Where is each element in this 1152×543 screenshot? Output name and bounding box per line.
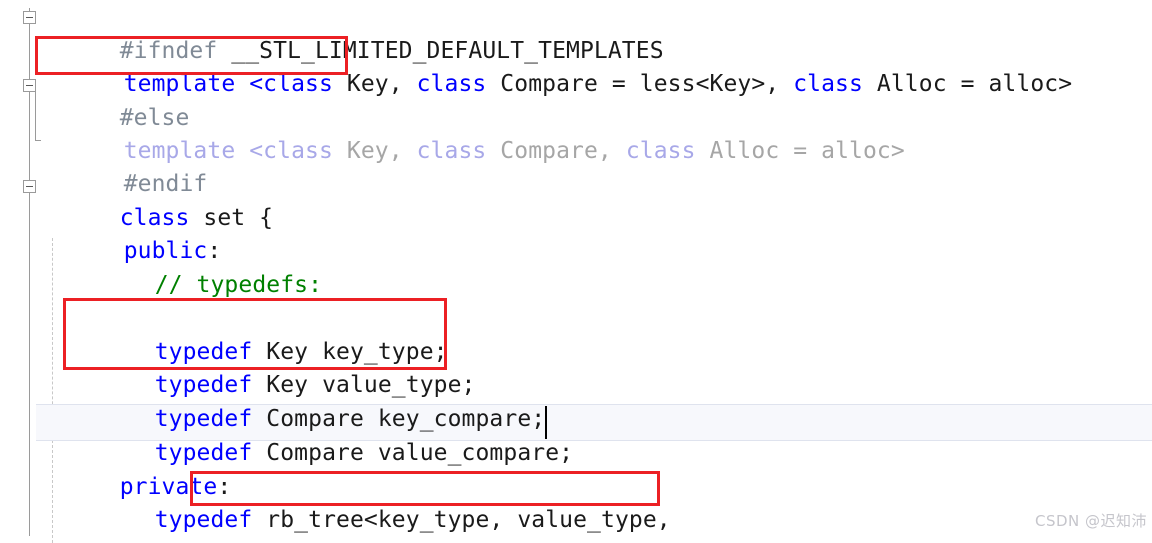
text-caret <box>545 406 547 439</box>
code-editor[interactable]: #ifndef __STL_LIMITED_DEFAULT_TEMPLATES … <box>0 0 1152 543</box>
code-line-14[interactable]: private: <box>0 438 1152 500</box>
code-line-7[interactable]: public: <box>0 202 1152 264</box>
code-line-2[interactable]: template <class Key, class Compare = les… <box>0 35 1152 97</box>
code-line-16[interactable]: identity<value_type>, key_compare, Alloc… <box>0 505 1152 543</box>
code-line-12[interactable]: typedef Compare key_compare; <box>0 370 1152 432</box>
code-line-4[interactable]: template <class Key, class Compare, clas… <box>0 102 1152 164</box>
code-line-10[interactable]: typedef Key key_type; <box>0 303 1152 365</box>
code-line-9[interactable] <box>0 269 1152 302</box>
code-line-13[interactable]: typedef Compare value_compare; <box>0 404 1152 466</box>
code-line-6[interactable]: class set { <box>0 169 1152 231</box>
code-line-1[interactable]: #ifndef __STL_LIMITED_DEFAULT_TEMPLATES <box>0 2 1152 64</box>
code-line-11[interactable]: typedef Key value_type; <box>0 336 1152 398</box>
csdn-watermark: CSDN @迟知沛 <box>1035 512 1148 530</box>
code-line-5[interactable]: #endif <box>0 135 1152 197</box>
code-line-3[interactable]: #else <box>0 69 1152 131</box>
code-line-15[interactable]: typedef rb_tree<key_type, value_type, <box>0 471 1152 533</box>
code-line-8[interactable]: // typedefs: <box>0 236 1152 298</box>
code-text-layer[interactable]: #ifndef __STL_LIMITED_DEFAULT_TEMPLATES … <box>0 0 1152 543</box>
